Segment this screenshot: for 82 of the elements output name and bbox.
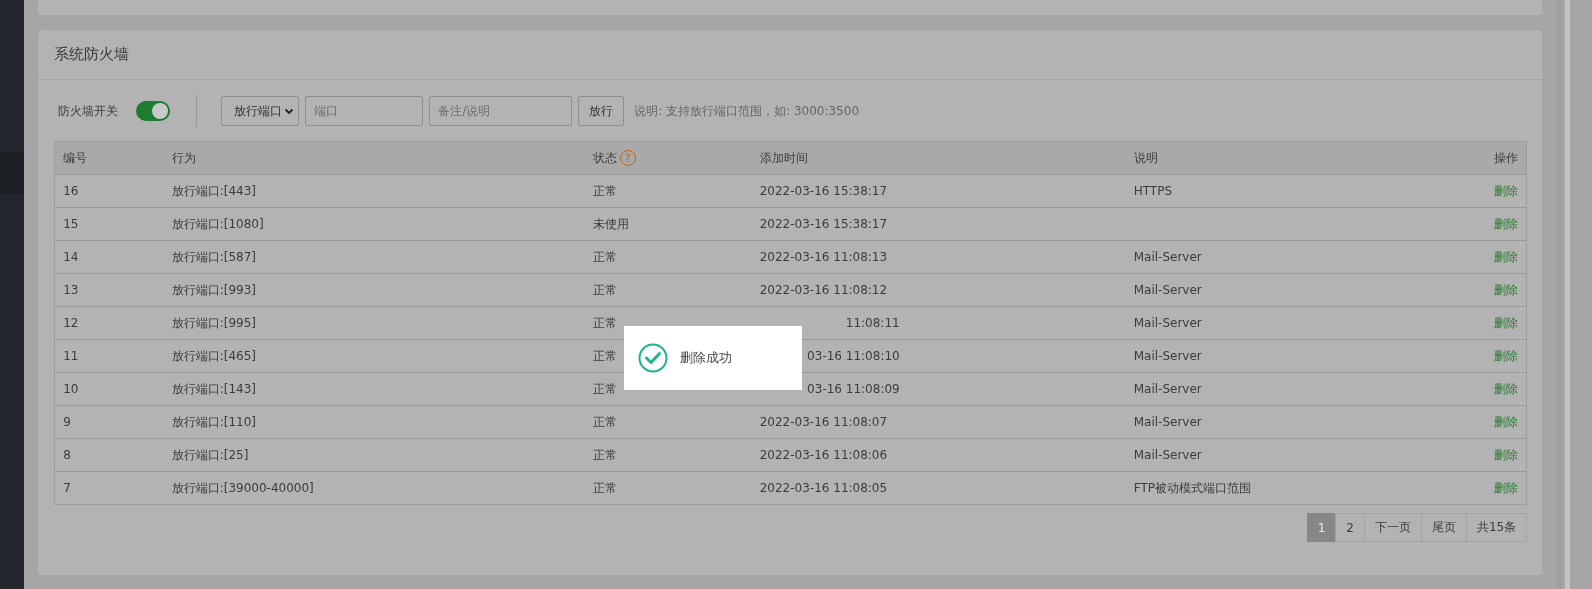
table-cell: 11:08:11 bbox=[845, 316, 900, 330]
last-page-button[interactable]: 尾页 bbox=[1420, 513, 1467, 542]
column-header: 行为 bbox=[171, 150, 196, 165]
column-header: 添加时间 bbox=[759, 150, 808, 165]
toast-message: 删除成功 bbox=[680, 349, 732, 367]
check-circle-icon bbox=[638, 343, 668, 373]
next-page-button[interactable]: 下一页 bbox=[1363, 513, 1422, 542]
table-cell: 放行端口:[587] bbox=[171, 249, 256, 264]
table-cell: 放行端口:[39000-40000] bbox=[171, 480, 314, 495]
table-cell: 11 bbox=[63, 349, 79, 363]
delete-link[interactable]: 删除 bbox=[1494, 381, 1519, 396]
table-cell: 10 bbox=[63, 382, 79, 396]
table-cell: 2022-03-16 15:38:17 bbox=[759, 217, 888, 231]
table-cell: Mail-Server bbox=[1133, 316, 1202, 330]
scrollbar[interactable] bbox=[1556, 0, 1564, 589]
table-cell: 正常 bbox=[592, 447, 617, 462]
delete-link[interactable]: 删除 bbox=[1494, 480, 1519, 495]
table-cell: 正常 bbox=[592, 315, 617, 330]
delete-link[interactable]: 删除 bbox=[1494, 315, 1519, 330]
table-cell: 正常 bbox=[592, 282, 617, 297]
table-cell: 2022-03-16 11:08:07 bbox=[759, 415, 888, 429]
switch-label: 防火墙开关 bbox=[58, 102, 119, 120]
table-cell: Mail-Server bbox=[1133, 283, 1202, 297]
hint-text: 说明: 支持放行端口范围，如: 3000:3500 bbox=[634, 102, 860, 120]
column-header: 编号 bbox=[63, 150, 88, 165]
delete-link[interactable]: 删除 bbox=[1494, 183, 1519, 198]
table-cell: 放行端口:[110] bbox=[171, 414, 256, 429]
table-cell: Mail-Server bbox=[1133, 250, 1202, 264]
table-cell: Mail-Server bbox=[1133, 349, 1202, 363]
delete-link[interactable]: 删除 bbox=[1494, 414, 1519, 429]
column-header: 说明 bbox=[1133, 150, 1158, 165]
table-cell: Mail-Server bbox=[1133, 382, 1202, 396]
table-cell: 15 bbox=[63, 217, 79, 231]
delete-link[interactable]: 删除 bbox=[1494, 447, 1519, 462]
table-cell: FTP被动模式端口范围 bbox=[1133, 480, 1251, 495]
table-cell: 放行端口:[25] bbox=[171, 447, 249, 462]
table-cell: 2022-03-16 15:38:17 bbox=[759, 184, 888, 198]
table-cell: 7 bbox=[63, 481, 71, 495]
chevron-icon bbox=[284, 106, 295, 116]
table-cell: 8 bbox=[63, 448, 71, 462]
table-cell: 2022-03-16 11:08:06 bbox=[759, 448, 888, 462]
delete-link[interactable]: 删除 bbox=[1494, 282, 1519, 297]
column-header: 操作 bbox=[1494, 150, 1519, 165]
table-cell: 放行端口:[993] bbox=[171, 282, 256, 297]
delete-link[interactable]: 删除 bbox=[1494, 216, 1519, 231]
port-field[interactable]: 端口 bbox=[305, 96, 424, 126]
table-cell: 9 bbox=[63, 415, 71, 429]
table-cell: 2022-03-16 11:08:05 bbox=[759, 481, 888, 495]
delete-link[interactable]: 删除 bbox=[1494, 249, 1519, 264]
firewall-toggle[interactable] bbox=[136, 101, 171, 121]
table-cell: 正常 bbox=[592, 414, 617, 429]
table-cell: Mail-Server bbox=[1133, 415, 1202, 429]
table-cell: 正常 bbox=[592, 381, 617, 396]
table-cell: 14 bbox=[63, 250, 79, 264]
table-cell: 2022-03-16 11:08:13 bbox=[759, 250, 888, 264]
table-cell: 放行端口:[465] bbox=[171, 348, 256, 363]
total-count: 共15条 bbox=[1465, 513, 1528, 542]
table-cell: 12 bbox=[63, 316, 79, 330]
table-cell: Mail-Server bbox=[1133, 448, 1202, 462]
table-cell: 正常 bbox=[592, 480, 617, 495]
table-cell: HTTPS bbox=[1133, 184, 1172, 198]
table-cell: 放行端口:[143] bbox=[171, 381, 256, 396]
table-cell: 正常 bbox=[592, 249, 617, 264]
page-button[interactable]: 1 bbox=[1306, 513, 1337, 542]
table-cell: 放行端口:[443] bbox=[171, 183, 256, 198]
page-button[interactable]: 2 bbox=[1335, 513, 1365, 542]
table-cell: 2022-03-16 11:08:12 bbox=[759, 283, 888, 297]
column-header: 状态 bbox=[592, 150, 617, 165]
table-cell: 16 bbox=[63, 184, 79, 198]
note-field[interactable]: 备注/说明 bbox=[429, 96, 573, 126]
delete-link[interactable]: 删除 bbox=[1494, 348, 1519, 363]
table-cell: 正常 bbox=[592, 183, 617, 198]
panel-title: 系统防火墙 bbox=[38, 30, 1543, 80]
table-cell: 03-16 11:08:09 bbox=[807, 382, 900, 396]
table-cell: 未使用 bbox=[592, 216, 629, 231]
rule-type-select[interactable]: 放行端口 bbox=[221, 96, 300, 126]
table-cell: 放行端口:[995] bbox=[171, 315, 256, 330]
table-cell: 13 bbox=[63, 283, 79, 297]
table-cell: 放行端口:[1080] bbox=[171, 216, 264, 231]
allow-button[interactable]: 放行 bbox=[578, 96, 625, 126]
table-cell: 正常 bbox=[592, 348, 617, 363]
table-cell: 03-16 11:08:10 bbox=[807, 349, 900, 363]
